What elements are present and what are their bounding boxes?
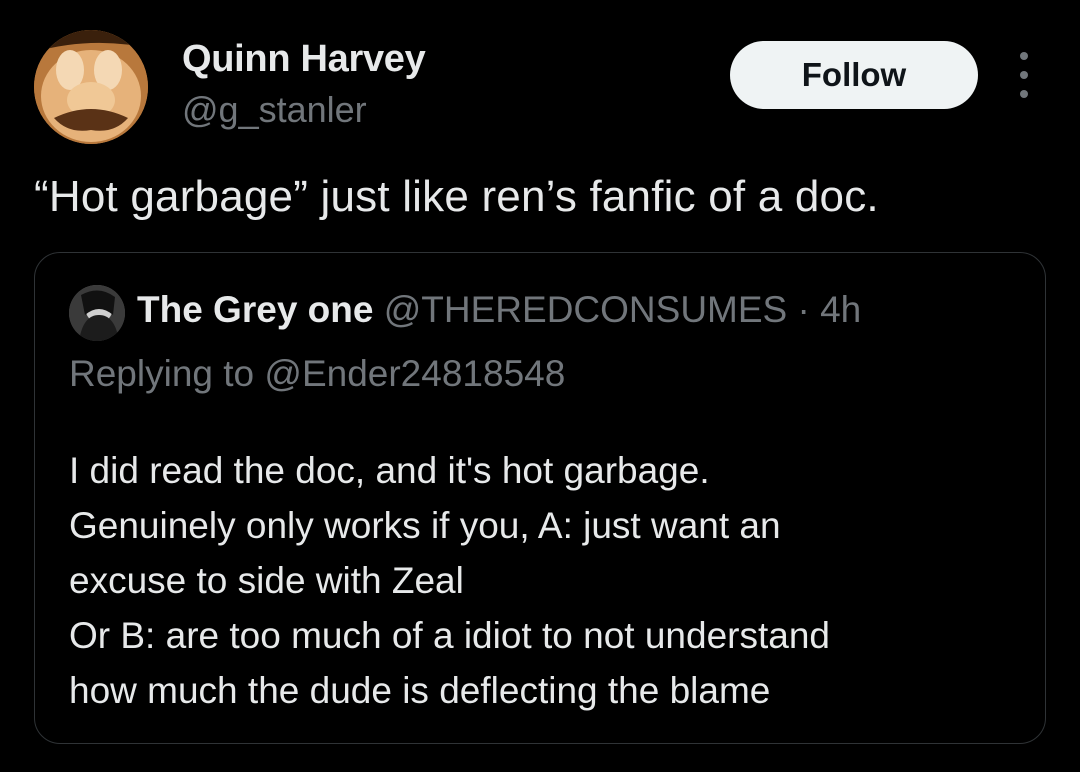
quoted-text-line: I did read the doc, and it's hot garbage… [69, 450, 710, 491]
author-name[interactable]: Quinn Harvey [182, 38, 426, 81]
more-dot [1020, 90, 1028, 98]
replying-to-line: Replying to @Ender24818548 [69, 353, 565, 395]
mario-face-avatar-icon [34, 30, 148, 144]
more-dot [1020, 71, 1028, 79]
quoted-tweet-card[interactable]: The Grey one @THEREDCONSUMES · 4h Replyi… [34, 252, 1046, 744]
quoted-tweet-text: I did read the doc, and it's hot garbage… [69, 443, 1029, 718]
quoted-text-line: Or B: are too much of a idiot to not und… [69, 615, 830, 656]
replying-to-label: Replying to [69, 353, 255, 394]
tweet: Quinn Harvey @g_stanler Follow “Hot garb… [0, 0, 1080, 772]
quoted-author-handle[interactable]: @THEREDCONSUMES [384, 289, 787, 330]
replying-to-mention[interactable]: @Ender24818548 [264, 353, 565, 394]
author-handle[interactable]: @g_stanler [182, 89, 367, 131]
more-vertical-icon[interactable] [1004, 52, 1044, 98]
quoted-avatar-icon [69, 285, 125, 341]
quoted-text-line: excuse to side with Zeal [69, 560, 464, 601]
tweet-text: “Hot garbage” just like ren’s fanfic of … [34, 172, 879, 221]
quoted-author-name[interactable]: The Grey one [137, 289, 373, 330]
separator-dot: · [797, 289, 810, 330]
follow-button[interactable]: Follow [730, 41, 978, 109]
more-dot [1020, 52, 1028, 60]
author-avatar[interactable] [34, 30, 148, 144]
quoted-text-line: Genuinely only works if you, A: just wan… [69, 505, 781, 546]
quoted-timestamp[interactable]: 4h [820, 289, 861, 330]
quoted-header: The Grey one @THEREDCONSUMES · 4h [137, 289, 861, 331]
quoted-author-avatar[interactable] [69, 285, 125, 341]
quoted-text-line: how much the dude is deflecting the blam… [69, 670, 771, 711]
